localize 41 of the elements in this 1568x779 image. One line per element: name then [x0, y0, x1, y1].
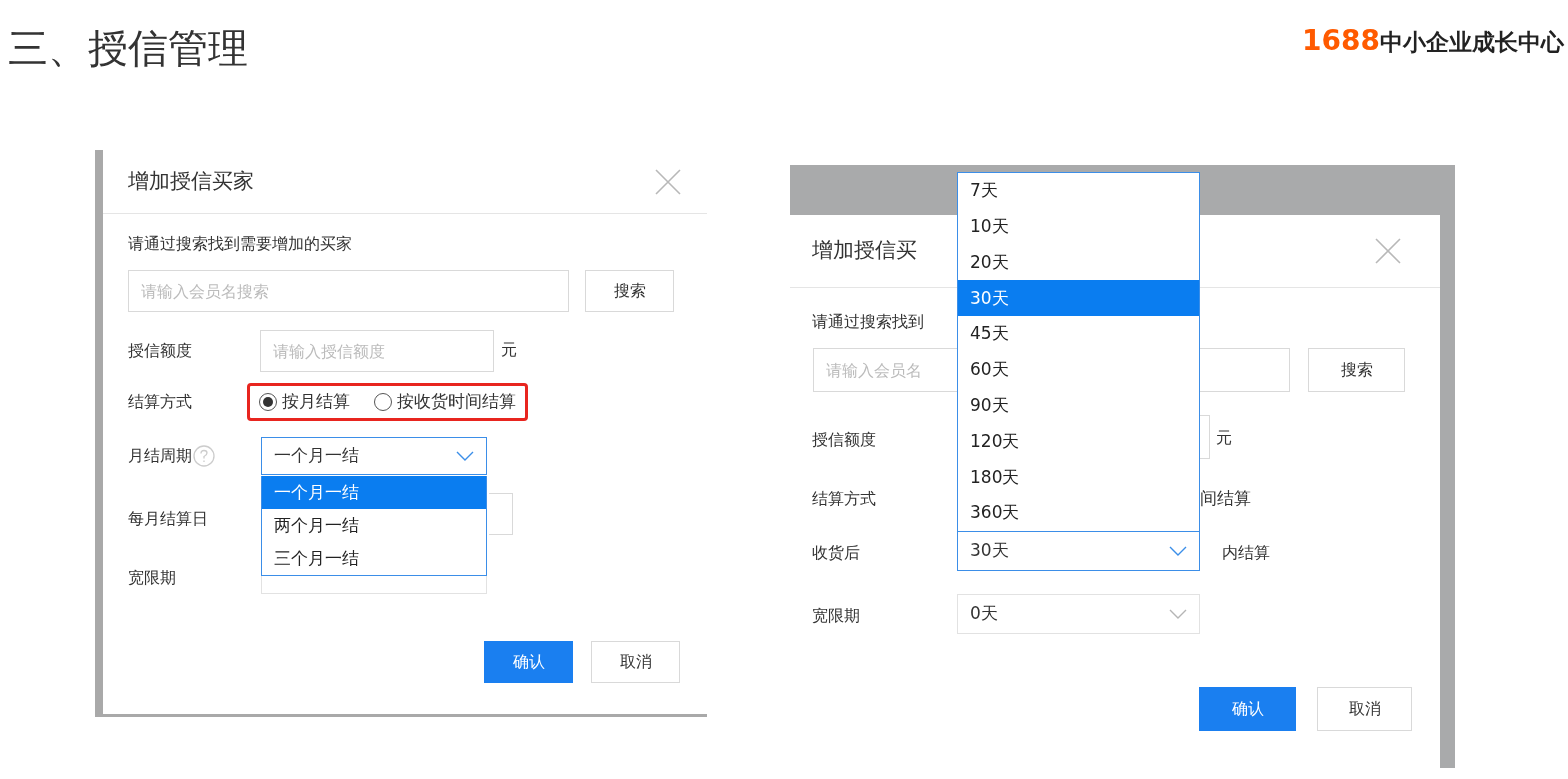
- search-field[interactable]: 请输入会员名搜索: [128, 270, 569, 312]
- cycle-select[interactable]: 一个月一结: [261, 437, 487, 475]
- field-label: 收货后: [812, 542, 860, 564]
- field-label: 结算方式: [128, 391, 193, 413]
- field-label: 授信额度: [128, 340, 193, 362]
- unit-label: 元: [501, 339, 517, 361]
- radio-option[interactable]: 按收货时间结算: [374, 389, 516, 415]
- field-label: 授信额度: [812, 429, 876, 451]
- days-select[interactable]: 30天: [957, 531, 1200, 571]
- confirm-button[interactable]: 确认: [1199, 687, 1296, 731]
- dropdown-option[interactable]: 30天: [958, 280, 1199, 317]
- dropdown-option[interactable]: 一个月一结: [262, 476, 486, 509]
- close-icon[interactable]: [1374, 237, 1402, 265]
- logo: 1688中小企业成长中心: [1302, 23, 1564, 59]
- slide-title: 三、授信管理: [8, 24, 248, 73]
- radio-option[interactable]: 按月结算: [259, 389, 350, 415]
- cancel-button[interactable]: 取消: [1317, 687, 1412, 731]
- input-field[interactable]: [489, 493, 513, 535]
- instruction-text: 请通过搜索找到: [812, 311, 924, 333]
- search-button[interactable]: 搜索: [585, 270, 674, 312]
- close-icon[interactable]: [654, 167, 682, 196]
- dialog-title: 增加授信买: [812, 237, 917, 265]
- search-button[interactable]: 搜索: [1308, 348, 1405, 392]
- field-label: 月结周期: [128, 445, 192, 467]
- dialog-title: 增加授信买家: [128, 167, 254, 195]
- field-label: 宽限期: [812, 605, 860, 627]
- help-icon[interactable]: [193, 445, 215, 467]
- suffix-label: 内结算: [1222, 542, 1270, 564]
- grace-select[interactable]: 0天: [957, 594, 1200, 634]
- field-label: 每月结算日: [128, 508, 208, 530]
- unit-label: 元: [1216, 427, 1232, 449]
- radio-label: 间结算: [1200, 487, 1251, 510]
- cancel-button[interactable]: 取消: [591, 641, 680, 683]
- chevron-down-icon: [1169, 609, 1187, 619]
- instruction-text: 请通过搜索找到需要增加的买家: [128, 233, 353, 255]
- field-label: 宽限期: [128, 567, 176, 589]
- chevron-down-icon: [456, 451, 474, 461]
- confirm-button[interactable]: 确认: [484, 641, 573, 683]
- chevron-down-icon: [1169, 546, 1187, 556]
- field-label: 结算方式: [812, 488, 876, 510]
- credit-field[interactable]: 请输入授信额度: [260, 330, 494, 372]
